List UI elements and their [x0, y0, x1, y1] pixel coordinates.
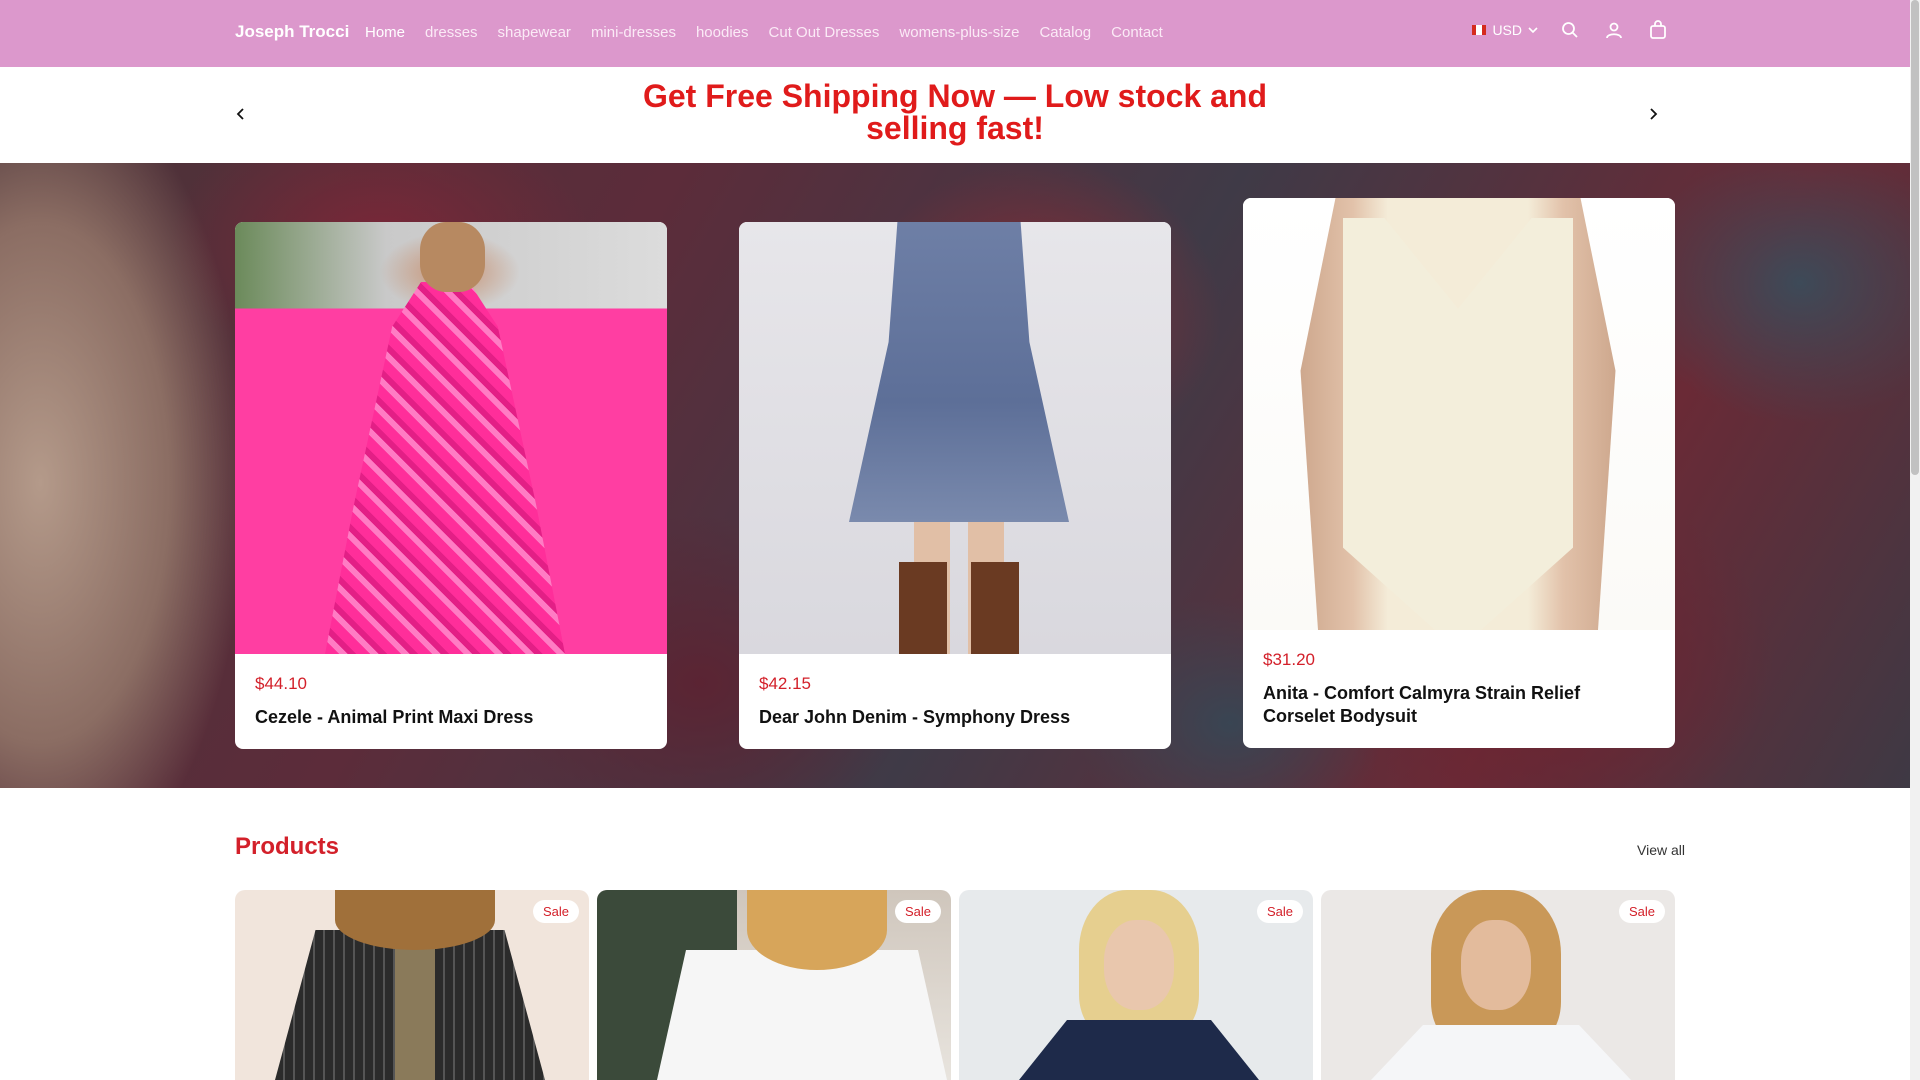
- canada-flag-icon: [1472, 25, 1487, 35]
- product-title[interactable]: Anita - Comfort Calmyra Strain Relief Co…: [1263, 682, 1655, 728]
- search-icon[interactable]: [1558, 18, 1582, 42]
- site-header: Joseph Trocci Home dresses shapewear min…: [0, 0, 1910, 67]
- header-actions: USD: [1472, 18, 1670, 42]
- product-price: $44.10: [255, 674, 307, 693]
- sale-badge: Sale: [1256, 900, 1303, 923]
- announcement-text: Get Free Shipping Now — Low stock and se…: [642, 78, 1268, 146]
- chevron-right-icon[interactable]: [1643, 104, 1663, 124]
- nav-dresses[interactable]: dresses: [425, 24, 478, 41]
- currency-label: USD: [1492, 22, 1522, 38]
- product-price: $42.15: [759, 674, 811, 693]
- nav-mini-dresses[interactable]: mini-dresses: [591, 24, 676, 41]
- sale-badge: Sale: [1618, 900, 1665, 923]
- product-image[interactable]: [1243, 198, 1675, 630]
- sale-badge: Sale: [532, 900, 579, 923]
- featured-product-card[interactable]: $42.15 Dear John Denim - Symphony Dress: [739, 222, 1171, 749]
- main-nav: Home dresses shapewear mini-dresses hood…: [365, 24, 1183, 41]
- account-icon[interactable]: [1602, 18, 1626, 42]
- product-card[interactable]: Sale: [597, 890, 951, 1080]
- sale-badge: Sale: [894, 900, 941, 923]
- page-scrollbar[interactable]: [1910, 0, 1920, 1080]
- nav-catalog[interactable]: Catalog: [1039, 24, 1091, 41]
- hero-banner: $44.10 Cezele - Animal Print Maxi Dress …: [0, 163, 1910, 788]
- currency-selector[interactable]: USD: [1472, 22, 1538, 38]
- nav-contact[interactable]: Contact: [1111, 24, 1163, 41]
- view-all-link[interactable]: View all: [1637, 842, 1685, 858]
- product-title[interactable]: Dear John Denim - Symphony Dress: [759, 706, 1151, 729]
- nav-hoodies[interactable]: hoodies: [696, 24, 749, 41]
- nav-shapewear[interactable]: shapewear: [498, 24, 571, 41]
- chevron-down-icon: [1528, 27, 1538, 34]
- product-image[interactable]: [235, 222, 667, 654]
- product-card[interactable]: Sale: [235, 890, 589, 1080]
- scrollbar-thumb[interactable]: [1911, 0, 1919, 475]
- featured-product-card[interactable]: $44.10 Cezele - Animal Print Maxi Dress: [235, 222, 667, 749]
- product-title[interactable]: Cezele - Animal Print Maxi Dress: [255, 706, 647, 729]
- nav-home[interactable]: Home: [365, 24, 405, 41]
- nav-womens-plus-size[interactable]: womens-plus-size: [899, 24, 1019, 41]
- product-price: $31.20: [1263, 650, 1315, 669]
- product-card[interactable]: Sale: [1321, 890, 1675, 1080]
- chevron-left-icon[interactable]: [231, 104, 251, 124]
- featured-product-card[interactable]: $31.20 Anita - Comfort Calmyra Strain Re…: [1243, 198, 1675, 748]
- cart-bag-icon[interactable]: [1646, 18, 1670, 42]
- nav-cut-out-dresses[interactable]: Cut Out Dresses: [769, 24, 880, 41]
- brand-logo[interactable]: Joseph Trocci: [235, 22, 349, 42]
- product-image[interactable]: [739, 222, 1171, 654]
- product-card[interactable]: Sale: [959, 890, 1313, 1080]
- products-heading: Products: [235, 833, 340, 860]
- announcement-bar: Get Free Shipping Now — Low stock and se…: [0, 67, 1910, 163]
